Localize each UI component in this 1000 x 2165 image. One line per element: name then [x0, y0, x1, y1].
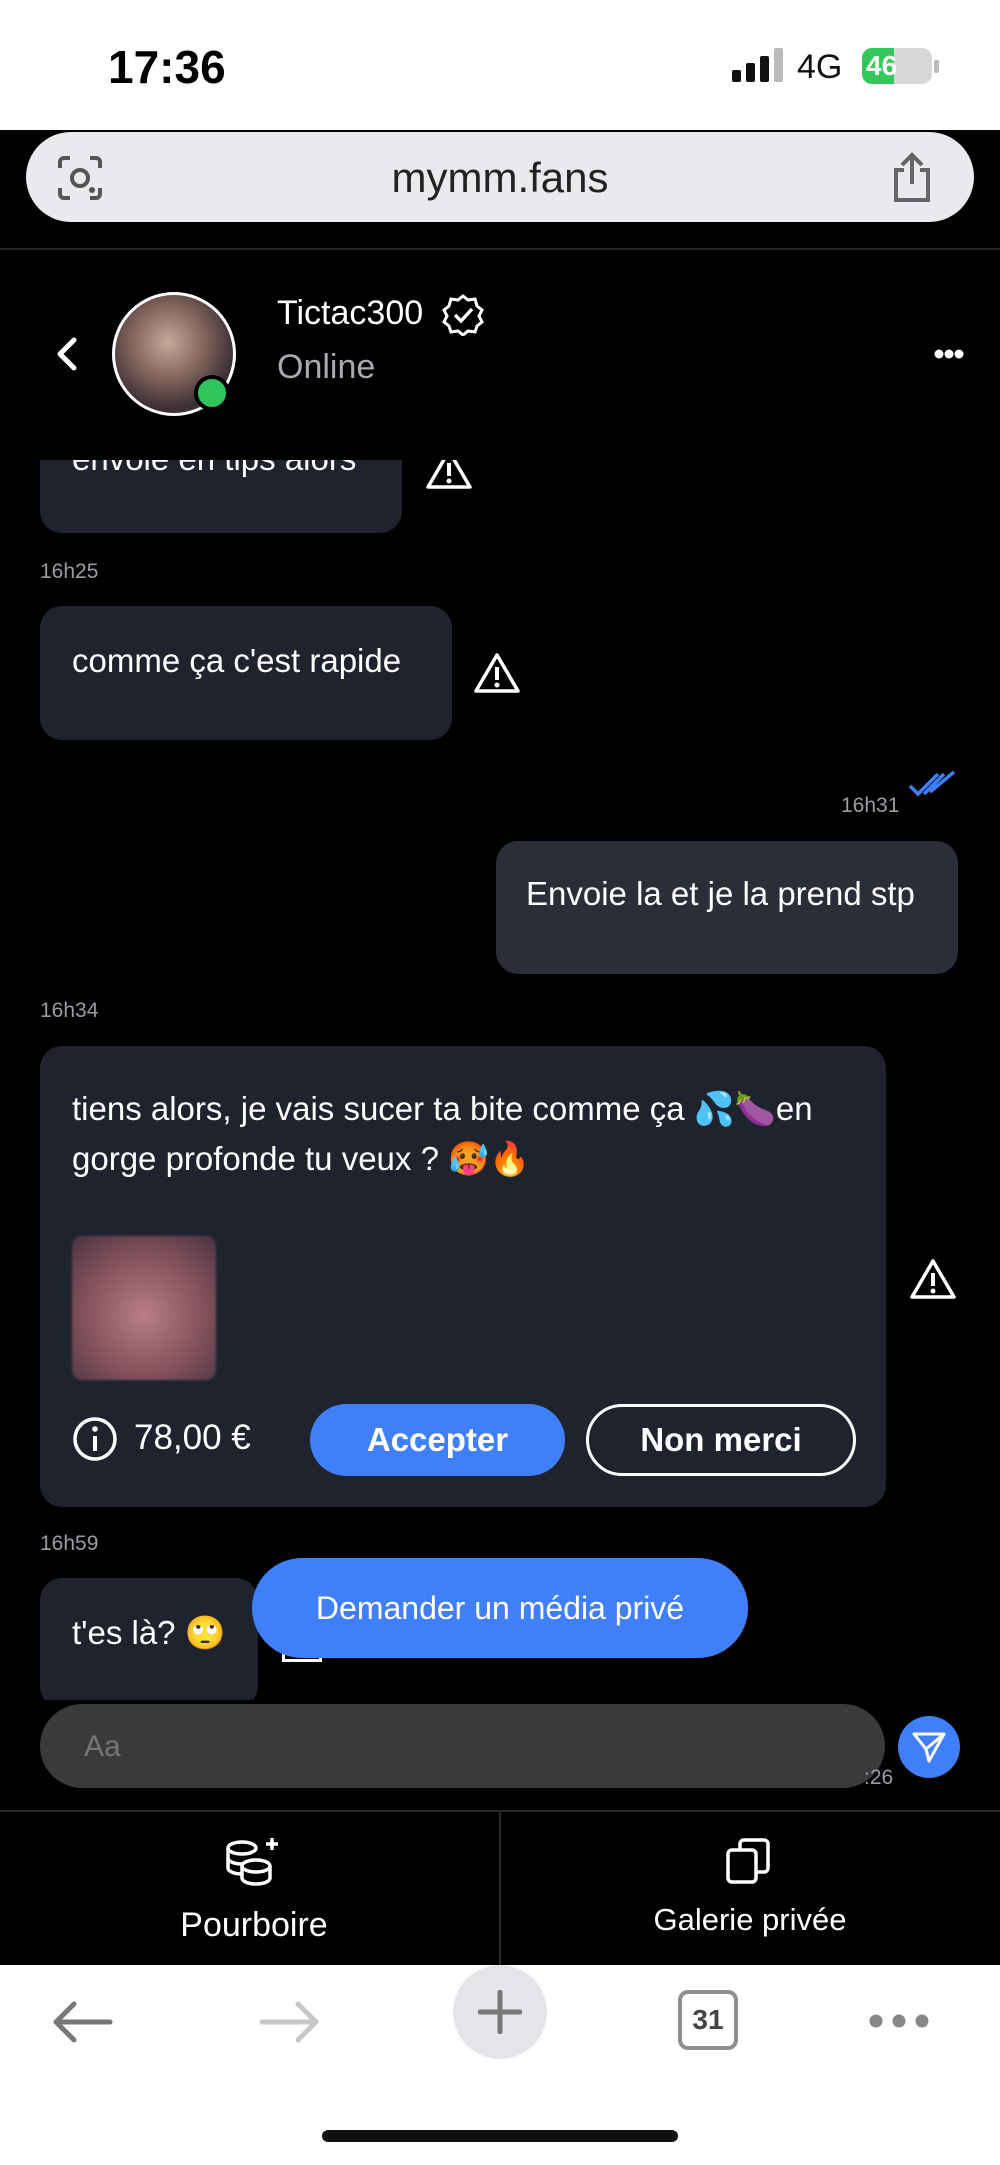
message-list[interactable]: envoie en tips alors 16h25 comme ça c'es…	[0, 460, 1000, 1700]
message-text: envoie en tips alors	[72, 460, 356, 477]
send-icon	[912, 1732, 946, 1763]
verified-badge-icon	[442, 294, 484, 336]
decline-button[interactable]: Non merci	[586, 1404, 856, 1476]
more-dots-icon[interactable]	[868, 2013, 930, 2029]
tip-button[interactable]: Pourboire	[174, 1906, 334, 1945]
message-time: 16h31	[841, 794, 900, 817]
message-time-partial: :26	[864, 1766, 894, 1789]
status-time: 17:36	[108, 41, 226, 93]
message-bubble: t'es là? 🙄	[40, 1578, 258, 1700]
battery-icon: 46	[862, 48, 932, 84]
new-tab-button[interactable]	[453, 1965, 547, 2059]
message-text: tiens alors, je vais sucer ta bite comme…	[72, 1090, 813, 1127]
plus-icon	[478, 1990, 522, 2034]
info-icon[interactable]	[72, 1416, 118, 1462]
battery-tip	[934, 60, 939, 73]
message-composer[interactable]	[40, 1704, 885, 1790]
message-time: 16h25	[40, 560, 99, 583]
message-text: comme ça c'est rapide	[72, 642, 402, 679]
message-time: 16h59	[40, 1532, 99, 1555]
private-gallery-button[interactable]: Galerie privée	[620, 1902, 880, 1938]
tab-count-button[interactable]: 31	[678, 1990, 738, 2050]
home-indicator	[322, 2130, 678, 2142]
message-text: t'es là? 🙄	[72, 1614, 226, 1651]
arrow-right-icon[interactable]	[258, 2000, 322, 2044]
gallery-icon[interactable]	[724, 1836, 772, 1886]
divider	[0, 248, 1000, 250]
back-chevron-icon[interactable]	[52, 334, 82, 374]
send-button[interactable]	[898, 1716, 960, 1778]
url-bar[interactable]: mymm.fans	[26, 132, 974, 222]
coins-add-icon[interactable]	[222, 1834, 282, 1890]
chat-username[interactable]: Tictac300	[277, 294, 423, 333]
more-dots-icon[interactable]	[934, 348, 964, 360]
signal-icon	[732, 48, 783, 82]
network-type: 4G	[797, 48, 843, 86]
message-input[interactable]	[82, 1704, 786, 1790]
message-time: 16h34	[40, 999, 99, 1022]
warning-icon[interactable]	[910, 1258, 956, 1300]
online-indicator	[194, 375, 230, 411]
accept-button[interactable]: Accepter	[310, 1404, 565, 1476]
read-receipt-icon	[908, 770, 956, 797]
share-icon[interactable]	[888, 152, 936, 204]
message-bubble: comme ça c'est rapide	[40, 606, 452, 740]
request-private-media-button[interactable]: Demander un média privé	[252, 1558, 748, 1658]
warning-icon[interactable]	[426, 460, 472, 490]
message-bubble-sent: Envoie la et je la prend stp	[496, 841, 958, 974]
blurred-media-thumbnail[interactable]	[72, 1236, 216, 1380]
message-text: gorge profonde tu veux ? 🥵🔥	[72, 1140, 531, 1177]
media-price: 78,00 €	[134, 1418, 251, 1457]
message-bubble: envoie en tips alors	[40, 460, 402, 533]
message-text: Envoie la et je la prend stp	[526, 875, 915, 912]
warning-icon[interactable]	[474, 652, 520, 694]
battery-level: 46	[866, 50, 898, 81]
divider	[499, 1812, 501, 1965]
url-text[interactable]: mymm.fans	[26, 154, 974, 202]
arrow-left-icon[interactable]	[50, 2000, 114, 2044]
chat-status: Online	[277, 348, 376, 386]
